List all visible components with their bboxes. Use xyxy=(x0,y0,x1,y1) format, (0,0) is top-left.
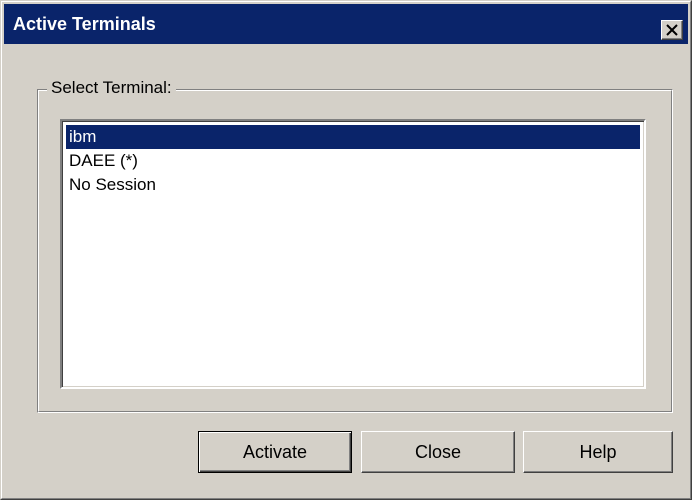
list-item-daee[interactable]: DAEE (*) xyxy=(64,149,642,173)
close-x-icon xyxy=(666,24,678,36)
activate-button[interactable]: Activate xyxy=(198,431,352,473)
help-button[interactable]: Help xyxy=(523,431,673,473)
close-window-button[interactable] xyxy=(661,20,683,40)
list-item-ibm[interactable]: ibm xyxy=(66,125,640,149)
window-title: Active Terminals xyxy=(13,14,156,34)
terminal-listbox[interactable]: ibm DAEE (*) No Session xyxy=(60,119,646,389)
terminal-list: ibm DAEE (*) No Session xyxy=(64,123,642,197)
active-terminals-dialog: Active Terminals Select Terminal: ibm DA… xyxy=(0,0,692,500)
group-label: Select Terminal: xyxy=(47,78,176,98)
list-item-no-session[interactable]: No Session xyxy=(64,173,642,197)
title-bar[interactable]: Active Terminals xyxy=(4,4,688,44)
close-button[interactable]: Close xyxy=(361,431,515,473)
